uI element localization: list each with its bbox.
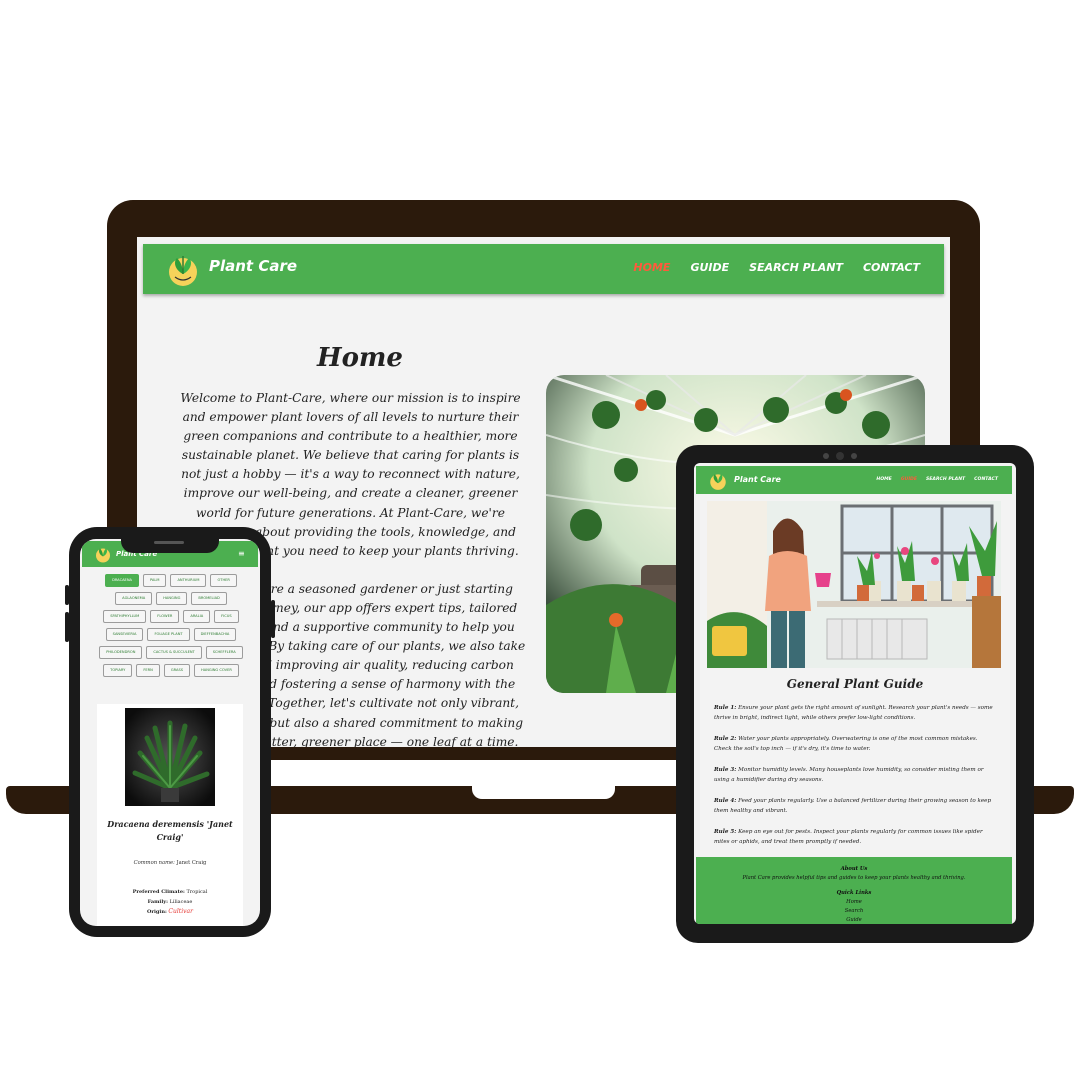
- origin-value: Cultivar: [168, 908, 193, 915]
- rule-text: Ensure your plant gets the right amount …: [714, 705, 993, 721]
- filter-tag[interactable]: Anthurium: [170, 574, 207, 587]
- filter-tag[interactable]: Aglaonema: [115, 592, 153, 605]
- footer-links-title: Quick Links: [836, 890, 872, 896]
- filter-tag[interactable]: Dieffenbachia: [193, 628, 237, 641]
- phone-side-button: [271, 600, 275, 638]
- tablet-sensor: [851, 453, 857, 459]
- page-title: Home: [317, 343, 403, 373]
- climate-label: Preferred Climate:: [132, 889, 185, 895]
- family-value: Liliaceae: [169, 898, 193, 905]
- filter-tag[interactable]: Hanging: [156, 592, 188, 605]
- rule-label: Rule 4:: [714, 798, 737, 804]
- footer: About Us Plant Care provides helpful tip…: [696, 857, 1012, 924]
- nav-home-link[interactable]: HOME: [876, 477, 891, 482]
- rule-text: Monitor humidity levels. Many houseplant…: [714, 767, 984, 783]
- filter-tag[interactable]: Topiary: [103, 664, 133, 677]
- nav-guide-link[interactable]: GUIDE: [690, 261, 729, 274]
- filter-tag[interactable]: Grass: [163, 664, 191, 677]
- rule-label: Rule 3:: [714, 767, 737, 773]
- rule-text: Feed your plants regularly. Use a balanc…: [714, 798, 992, 814]
- laptop-notch: [472, 786, 615, 799]
- family-label: Family:: [147, 898, 168, 905]
- filter-tag[interactable]: Hanging Cover: [194, 664, 239, 677]
- plant-logo-icon[interactable]: [165, 250, 201, 288]
- tablet-sensor: [823, 453, 829, 459]
- brand-name[interactable]: Plant Care: [734, 475, 781, 484]
- filter-tag[interactable]: Philodendron: [99, 646, 143, 659]
- navbar: Plant Care HOME GUIDE SEARCH PLANT CONTA…: [143, 244, 944, 294]
- nav-contact-link[interactable]: CONTACT: [863, 261, 920, 274]
- filter-tag[interactable]: Other: [210, 574, 237, 587]
- navbar: Plant Care HOME GUIDE SEARCH PLANT CONTA…: [696, 466, 1012, 494]
- plant-card[interactable]: Dracaena deremensis 'Janet Craig' Common…: [97, 704, 243, 926]
- rule-text: Keep an eye out for pests. Inspect your …: [714, 829, 983, 845]
- brand-name[interactable]: Plant Care: [209, 257, 297, 275]
- filter-tag[interactable]: Ficus: [214, 610, 239, 623]
- nav-home-link[interactable]: HOME: [633, 261, 670, 274]
- filter-tag[interactable]: Bromeliad: [191, 592, 227, 605]
- rule-item: Rule 5: Keep an eye out for pests. Inspe…: [714, 827, 997, 847]
- plant-logo-icon[interactable]: [708, 470, 728, 491]
- filter-tag[interactable]: Spathiphyllum: [103, 610, 147, 623]
- tablet-screen: Plant Care HOME GUIDE SEARCH PLANT CONTA…: [694, 463, 1016, 924]
- nav-links: HOME GUIDE SEARCH PLANT CONTACT: [633, 261, 920, 274]
- filter-tag[interactable]: Fern: [136, 664, 160, 677]
- origin-label: Origin:: [147, 909, 167, 915]
- filter-tag[interactable]: Dracaena: [105, 574, 139, 587]
- common-name-label: Common name:: [133, 860, 175, 866]
- tablet-camera-icon: [836, 452, 844, 460]
- climate-value: Tropical: [186, 889, 208, 895]
- nav-search-link[interactable]: SEARCH PLANT: [926, 477, 965, 482]
- filter-tag[interactable]: Cactus & Succulent: [146, 646, 202, 659]
- footer-link-search[interactable]: Search: [696, 907, 1012, 916]
- filter-tag[interactable]: Flower: [150, 610, 180, 623]
- category-filters: Dracaena Palm Anthurium Other Aglaonema …: [94, 574, 248, 677]
- rule-label: Rule 5:: [714, 829, 737, 835]
- filter-tag[interactable]: Palm: [142, 574, 167, 587]
- nav-search-link[interactable]: SEARCH PLANT: [749, 261, 843, 274]
- plant-common-name: Common name: Janet Craig: [97, 860, 243, 866]
- hamburger-menu-icon[interactable]: ≡: [238, 550, 246, 558]
- plant-name: Dracaena deremensis 'Janet Craig': [107, 819, 233, 842]
- rule-label: Rule 2:: [714, 736, 737, 742]
- guide-title: General Plant Guide: [786, 677, 924, 691]
- guide-illustration-image: [707, 501, 1001, 668]
- nav-contact-link[interactable]: CONTACT: [974, 477, 998, 482]
- rule-item: Rule 2: Water your plants appropriately.…: [714, 734, 997, 754]
- guide-rules: Rule 1: Ensure your plant gets the right…: [714, 703, 997, 858]
- footer-about-title: About Us: [840, 866, 868, 872]
- phone-screen: Plant Care ≡ Dracaena Palm Anthurium Oth…: [80, 539, 260, 926]
- plant-photo: [125, 708, 215, 806]
- footer-link-home[interactable]: Home: [696, 898, 1012, 907]
- rule-text: Water your plants appropriately. Overwat…: [714, 736, 978, 752]
- footer-link-guide[interactable]: Guide: [696, 916, 1012, 924]
- filter-tag[interactable]: Foliage plant: [147, 628, 190, 641]
- rule-item: Rule 4: Feed your plants regularly. Use …: [714, 796, 997, 816]
- footer-about-text: Plant Care provides helpful tips and gui…: [742, 875, 966, 881]
- common-name-value: Janet Craig: [176, 860, 207, 866]
- nav-guide-link[interactable]: GUIDE: [901, 477, 917, 482]
- filter-tag[interactable]: Schefflera: [205, 646, 243, 659]
- phone-speaker: [154, 541, 184, 544]
- nav-links: HOME GUIDE SEARCH PLANT CONTACT: [876, 477, 998, 482]
- filter-tag[interactable]: Sansevieria: [105, 628, 144, 641]
- plant-details: Preferred Climate: Tropical Family: Lili…: [97, 888, 243, 918]
- rule-label: Rule 1:: [714, 705, 737, 711]
- rule-item: Rule 1: Ensure your plant gets the right…: [714, 703, 997, 723]
- rule-item: Rule 3: Monitor humidity levels. Many ho…: [714, 765, 997, 785]
- filter-tag[interactable]: Aralia: [183, 610, 211, 623]
- plant-logo-icon[interactable]: [94, 544, 112, 564]
